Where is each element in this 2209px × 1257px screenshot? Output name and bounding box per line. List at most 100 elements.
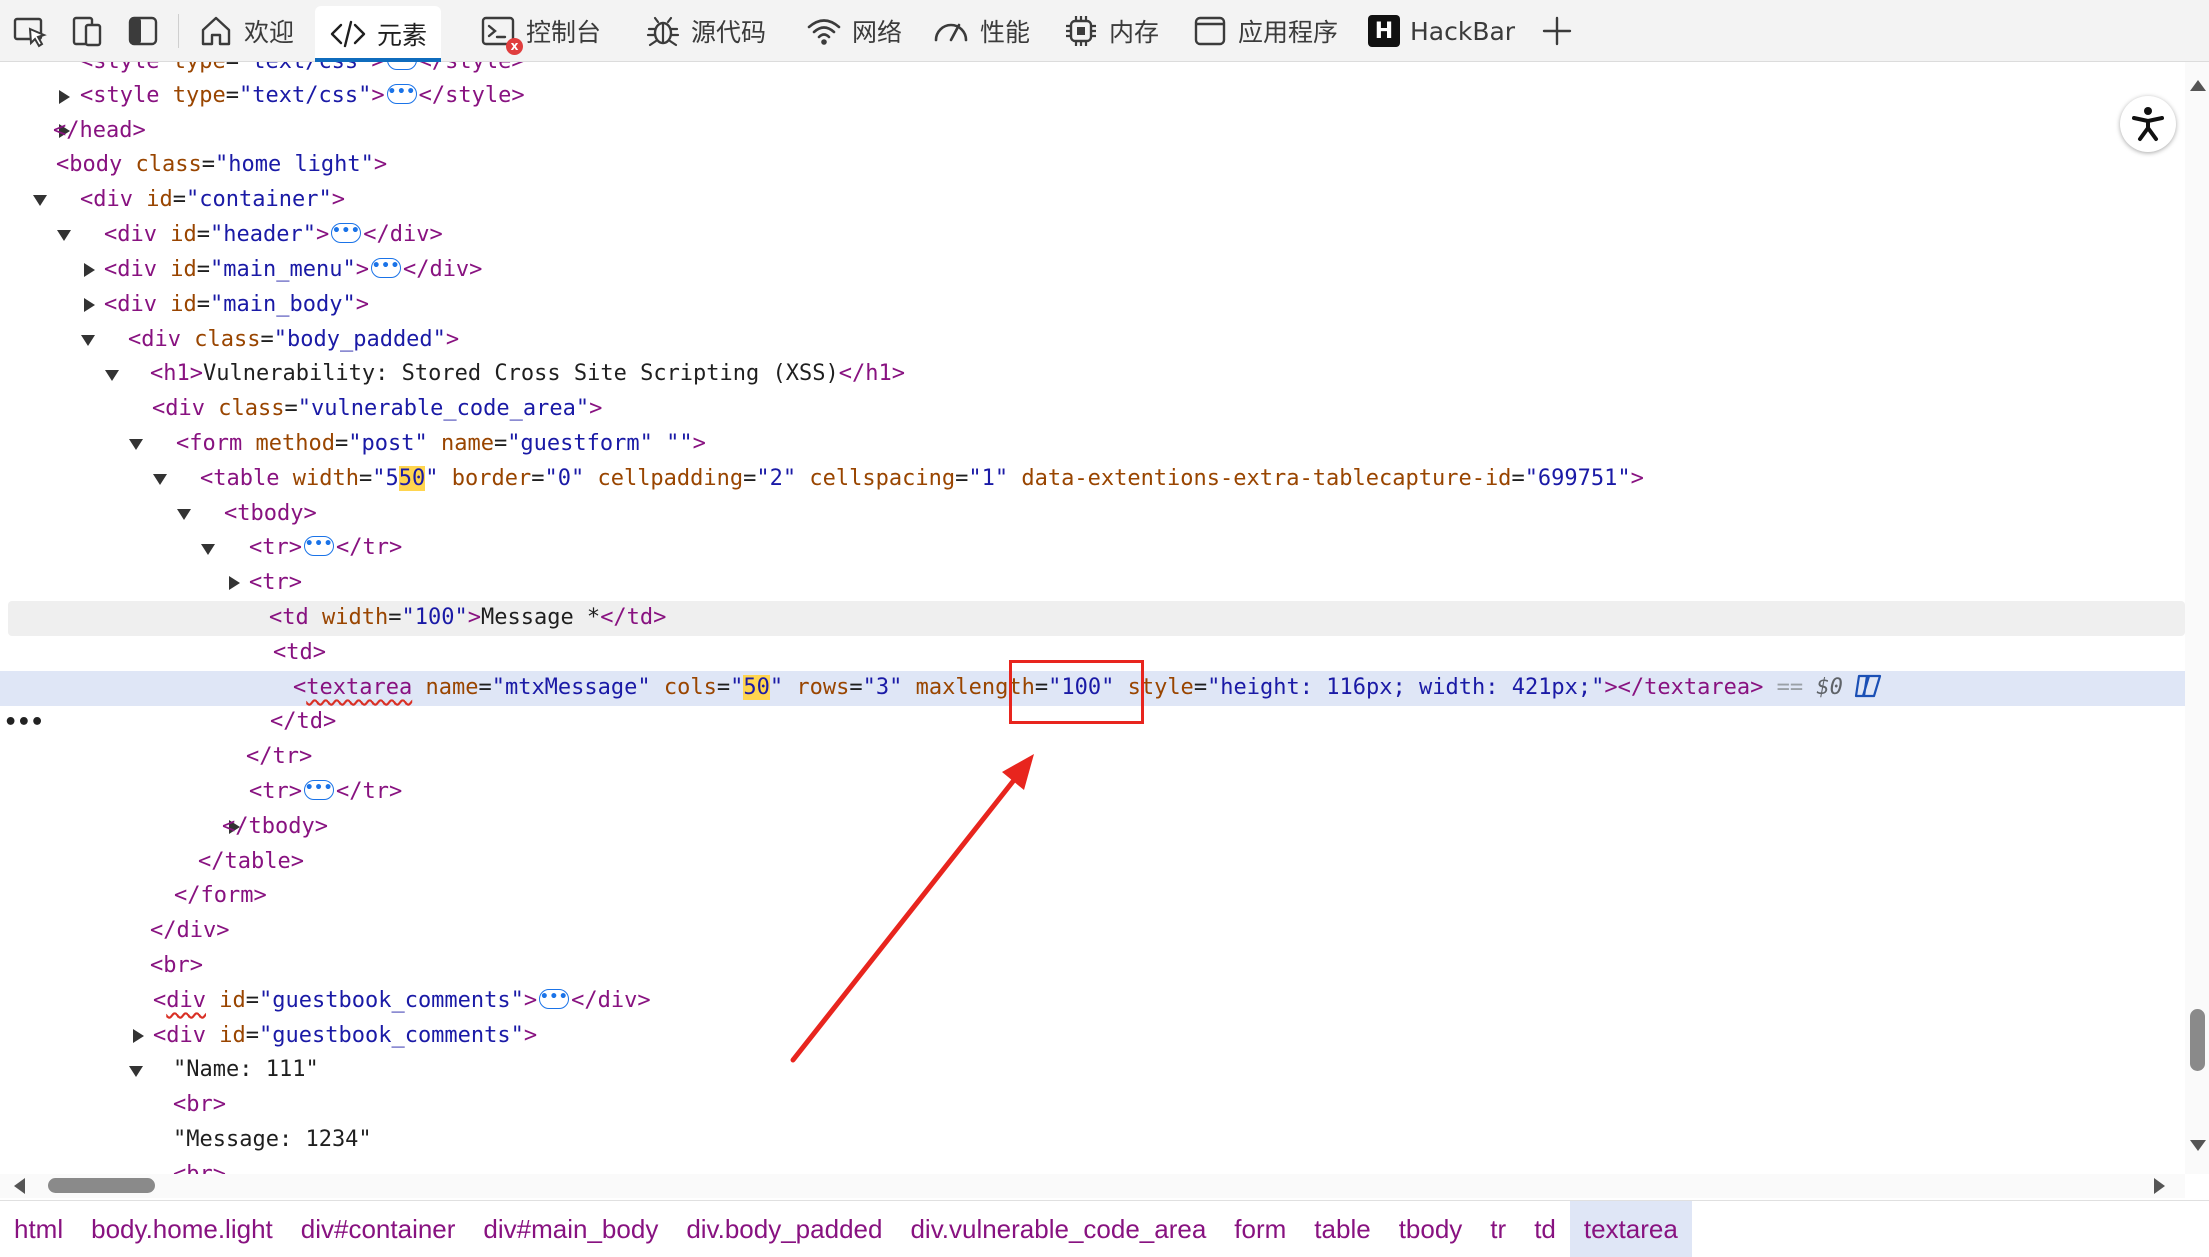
breadcrumb-item[interactable]: div.vulnerable_code_area xyxy=(896,1201,1220,1257)
inspect-element-button[interactable] xyxy=(12,6,48,56)
wifi-icon xyxy=(807,19,841,45)
tree-node[interactable]: <tr> ••• </tr> xyxy=(0,531,2185,590)
search-highlight: 50 xyxy=(743,675,770,700)
ellipsis-icon[interactable]: ••• xyxy=(386,84,417,104)
inspect-cursor-icon xyxy=(13,17,47,48)
breadcrumb-item[interactable]: html xyxy=(0,1201,77,1257)
breadcrumb-item[interactable]: div#container xyxy=(287,1201,470,1257)
vertical-scroll-thumb[interactable] xyxy=(2190,1009,2205,1071)
device-emulation-button[interactable] xyxy=(70,6,106,56)
tree-node[interactable]: <body class="home light"> xyxy=(0,148,2185,206)
tree-node[interactable]: <br> xyxy=(0,949,2185,984)
tree-node-hovered[interactable]: <td width="100">Message *</td> xyxy=(8,601,2185,636)
tree-node[interactable]: </head> xyxy=(0,114,2185,149)
tree-node[interactable]: "Message: 1234" xyxy=(0,1123,2185,1158)
tree-node[interactable]: <tr> xyxy=(0,566,2185,624)
tree-node[interactable]: "Name: 111" xyxy=(0,1053,2185,1088)
breadcrumb-item[interactable]: div#main_body xyxy=(469,1201,672,1257)
breadcrumb-item[interactable]: table xyxy=(1300,1201,1384,1257)
tab-welcome[interactable]: 欢迎 xyxy=(198,6,294,56)
tree-node[interactable]: <table width="550" border="0" cellpaddin… xyxy=(0,462,2185,520)
more-tools-button[interactable] xyxy=(1540,6,1574,56)
scroll-right-arrow-icon[interactable] xyxy=(2154,1178,2165,1194)
tag-name: style xyxy=(93,83,160,108)
app-window-icon xyxy=(1194,16,1226,46)
tree-node[interactable]: <div id="guestbook_comments"> xyxy=(0,1019,2185,1077)
tab-application[interactable]: 应用程序 xyxy=(1192,6,1338,56)
tab-label: 网络 xyxy=(852,18,903,47)
ellipsis-icon[interactable]: ••• xyxy=(370,258,401,278)
horizontal-scroll-thumb[interactable] xyxy=(48,1178,155,1193)
tab-console[interactable]: 控制台 xyxy=(480,6,601,56)
attr-value: "text/css" xyxy=(238,83,372,108)
tree-node[interactable]: <div id="main_body"> xyxy=(0,288,2185,346)
tree-node[interactable]: <div class="body_padded"> xyxy=(0,323,2185,381)
tree-node[interactable]: <style type="text/css">•••</style> xyxy=(0,62,2185,104)
tab-label: 应用程序 xyxy=(1238,18,1339,47)
breadcrumb-item[interactable]: tbody xyxy=(1385,1201,1477,1257)
tree-node[interactable]: </tr> xyxy=(0,740,2185,775)
tab-sources[interactable]: 源代码 xyxy=(645,6,766,56)
tree-node[interactable]: <br> xyxy=(0,1088,2185,1123)
accessibility-button[interactable] xyxy=(2120,96,2176,152)
accessibility-icon xyxy=(2132,107,2164,141)
tab-network[interactable]: 网络 xyxy=(806,6,902,56)
hackbar-logo-icon: H xyxy=(1368,15,1400,47)
tab-label: 元素 xyxy=(377,21,428,50)
attr-name: type xyxy=(172,83,226,108)
gauge-icon xyxy=(934,23,968,42)
vertical-scrollbar[interactable] xyxy=(2185,62,2209,1174)
tab-label: 控制台 xyxy=(526,18,602,47)
tab-performance[interactable]: 性能 xyxy=(932,6,1030,56)
console-ref-equals: == xyxy=(1776,675,1804,700)
tree-node[interactable]: </table> xyxy=(0,845,2185,880)
annotation-highlight-box xyxy=(1009,660,1144,724)
tree-node[interactable]: <style type="text/css">•••</style> xyxy=(0,79,2185,138)
breadcrumb-item[interactable]: div.body_padded xyxy=(672,1201,896,1257)
tree-node[interactable]: <form method="post" name="guestform" ""> xyxy=(0,427,2185,485)
ellipsis-icon[interactable]: ••• xyxy=(303,536,334,556)
tree-node[interactable]: <div id="guestbook_comments"> ••• </div> xyxy=(0,984,2185,1043)
breadcrumb-item-active[interactable]: textarea xyxy=(1569,1201,1692,1257)
toggle-drawer-button[interactable] xyxy=(127,6,159,56)
tree-node[interactable]: <div class="vulnerable_code_area"> xyxy=(0,392,2185,450)
scroll-up-arrow-icon[interactable] xyxy=(2190,80,2206,91)
tab-memory[interactable]: 内存 xyxy=(1063,6,1159,56)
scroll-down-arrow-icon[interactable] xyxy=(2190,1140,2206,1151)
tree-node[interactable]: </div> xyxy=(0,914,2185,949)
console-ref-dollar0: $0 xyxy=(1816,675,1843,700)
tree-node[interactable]: <div id="container"> xyxy=(0,183,2185,241)
attr-name: type xyxy=(173,62,226,74)
bug-icon xyxy=(646,16,680,47)
closing-tag: </head> xyxy=(53,118,146,143)
ellipsis-icon[interactable]: ••• xyxy=(303,780,334,800)
home-icon xyxy=(201,16,231,46)
elements-tree[interactable]: <style type="text/css">•••</style> <styl… xyxy=(0,62,2185,1174)
tree-node[interactable]: <h1>Vulnerability: Stored Cross Site Scr… xyxy=(0,357,2185,392)
breadcrumb-item[interactable]: form xyxy=(1220,1201,1300,1257)
tree-node[interactable]: <tr> ••• </tr> xyxy=(0,775,2185,834)
breadcrumb-item[interactable]: body.home.light xyxy=(77,1201,287,1257)
tree-node[interactable]: </tbody> xyxy=(0,810,2185,845)
tree-node[interactable]: <br> xyxy=(0,1158,2185,1174)
console-error-badge: x xyxy=(506,38,523,55)
tab-hackbar[interactable]: H HackBar xyxy=(1368,6,1515,56)
breadcrumb-item[interactable]: td xyxy=(1520,1201,1570,1257)
toolbar-divider xyxy=(178,14,179,48)
breadcrumb: html body.home.light div#container div#m… xyxy=(0,1200,2209,1257)
tree-node[interactable]: <tbody> xyxy=(0,497,2185,555)
text-node: "Message: 1234" xyxy=(173,1127,372,1152)
scroll-left-arrow-icon[interactable] xyxy=(14,1178,25,1194)
breadcrumb-item[interactable]: tr xyxy=(1476,1201,1520,1257)
ellipsis-icon[interactable]: ••• xyxy=(386,62,417,70)
ellipsis-icon[interactable]: ••• xyxy=(539,989,570,1009)
horizontal-scrollbar[interactable] xyxy=(0,1174,2185,1198)
tree-node[interactable]: <div id="header"> ••• </div> xyxy=(0,218,2185,277)
tab-label: 源代码 xyxy=(691,18,767,47)
ellipsis-icon[interactable]: ••• xyxy=(331,223,362,243)
tree-node[interactable]: </form> xyxy=(0,879,2185,914)
panel-layout-icon xyxy=(128,16,158,46)
copilot-icon[interactable] xyxy=(1853,672,1883,700)
tab-elements[interactable]: 元素 xyxy=(315,6,442,62)
tree-node[interactable]: <div id="main_menu"> ••• </div> xyxy=(0,253,2185,312)
